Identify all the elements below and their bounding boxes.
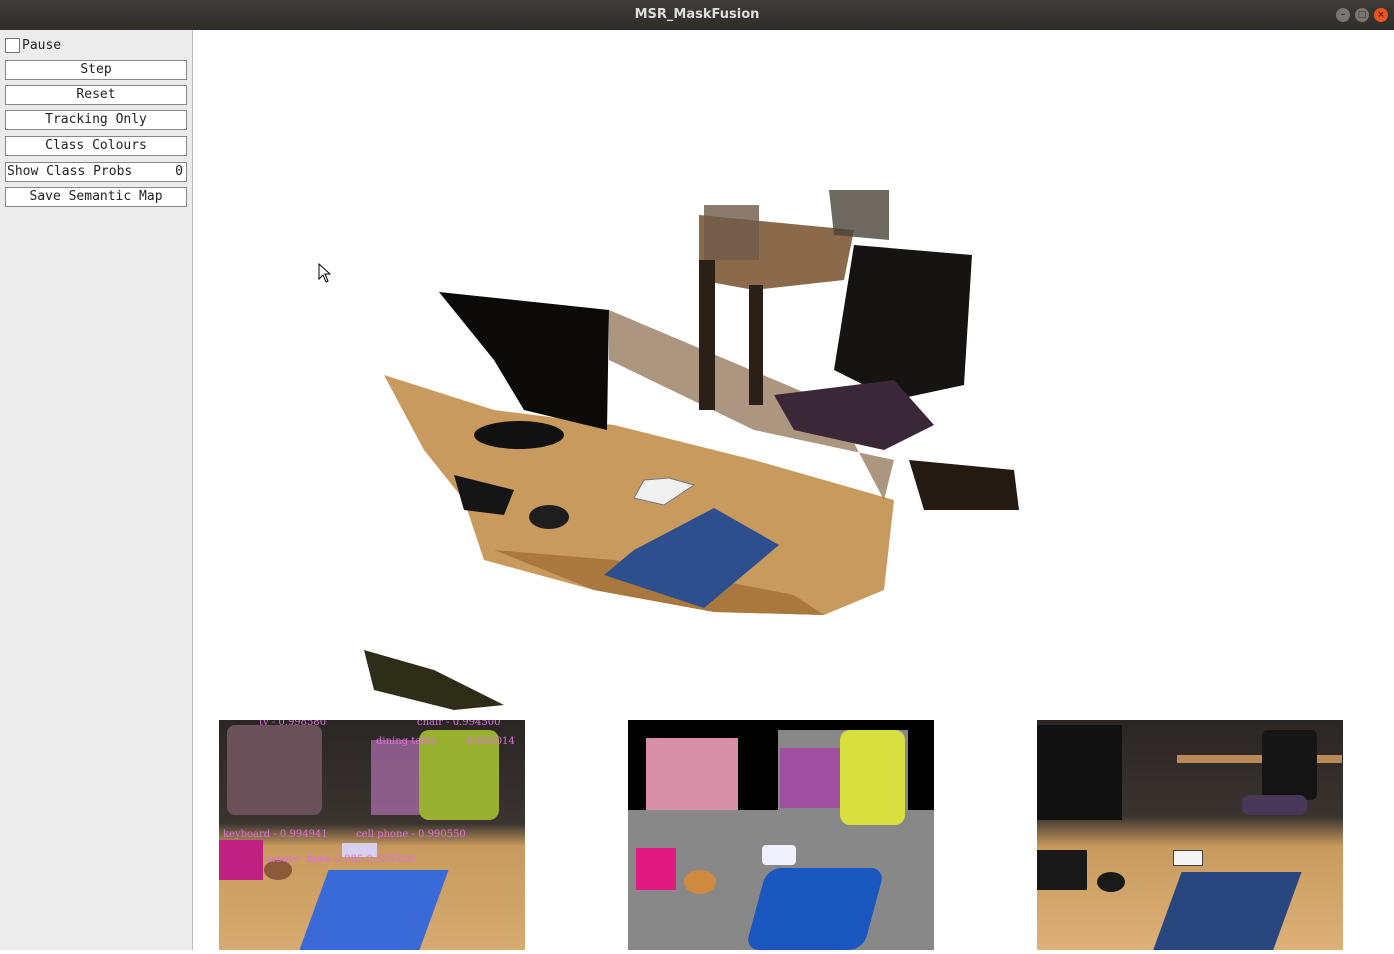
floor-fragment bbox=[364, 650, 504, 710]
window-title: MSR_MaskFusion bbox=[634, 7, 760, 22]
tv-label: tv - 0.998580 bbox=[259, 720, 327, 728]
step-button[interactable]: Step bbox=[5, 60, 187, 80]
tracking-only-button[interactable]: Tracking Only bbox=[5, 110, 187, 130]
show-class-probs-value: 0 bbox=[175, 164, 183, 179]
background-object bbox=[829, 190, 889, 240]
camera-chair-seat bbox=[1242, 795, 1307, 815]
close-button[interactable]: × bbox=[1374, 8, 1388, 22]
table-segment bbox=[780, 748, 840, 808]
keyboard-label: keyboard - 0.994941 bbox=[223, 829, 328, 840]
phone-segment bbox=[762, 845, 796, 865]
keyboard-mask bbox=[219, 840, 263, 880]
mouse bbox=[529, 505, 569, 529]
camera-monitor bbox=[1037, 725, 1122, 820]
detection-view: tv - 0.998580 chair - 0.994500 dining ta… bbox=[219, 720, 525, 950]
minimize-button[interactable]: – bbox=[1336, 8, 1350, 22]
book-label: book 0.985 0.995520 bbox=[307, 854, 415, 865]
dining-table-score: 0.802014 bbox=[467, 736, 515, 747]
control-panel: Pause Step Reset Tracking Only Class Col… bbox=[0, 30, 193, 950]
maximize-button[interactable]: □ bbox=[1355, 8, 1369, 22]
mouse-label: mouse bbox=[266, 854, 299, 865]
chair-segment bbox=[840, 730, 905, 825]
table-leg bbox=[699, 260, 715, 410]
camera-table bbox=[1177, 755, 1342, 763]
save-semantic-map-button[interactable]: Save Semantic Map bbox=[5, 187, 187, 207]
chair-back bbox=[834, 245, 972, 400]
show-class-probs-field[interactable]: Show Class Probs 0 bbox=[5, 162, 187, 182]
camera-mouse bbox=[1097, 872, 1125, 892]
book-segment bbox=[745, 868, 885, 950]
class-colours-button[interactable]: Class Colours bbox=[5, 136, 187, 156]
pause-checkbox[interactable] bbox=[5, 38, 20, 53]
rgb-camera-view bbox=[1037, 720, 1343, 950]
reset-button[interactable]: Reset bbox=[5, 85, 187, 105]
segmentation-view bbox=[628, 720, 934, 950]
floor-patch bbox=[909, 460, 1019, 510]
chair-label: chair - 0.994500 bbox=[417, 720, 501, 728]
monitor-stand bbox=[474, 421, 564, 449]
keyboard-segment bbox=[636, 848, 676, 890]
mouse-cursor-icon bbox=[318, 262, 332, 283]
show-class-probs-label: Show Class Probs bbox=[7, 164, 133, 179]
camera-keyboard bbox=[1037, 850, 1087, 890]
mouse-segment bbox=[684, 870, 716, 894]
tv-segment bbox=[646, 738, 738, 810]
dining-table-label: dining table bbox=[376, 736, 437, 747]
tv-mask bbox=[227, 725, 322, 815]
camera-chair-back bbox=[1262, 730, 1317, 800]
pause-label: Pause bbox=[22, 38, 62, 53]
camera-phone bbox=[1173, 850, 1203, 866]
cell-phone-label: cell phone - 0.990550 bbox=[356, 829, 466, 840]
camera-book bbox=[1152, 872, 1302, 950]
title-bar: MSR_MaskFusion – □ × bbox=[0, 0, 1394, 30]
table-leg bbox=[749, 285, 763, 405]
book-mask bbox=[299, 870, 449, 950]
background-wall bbox=[704, 205, 759, 260]
